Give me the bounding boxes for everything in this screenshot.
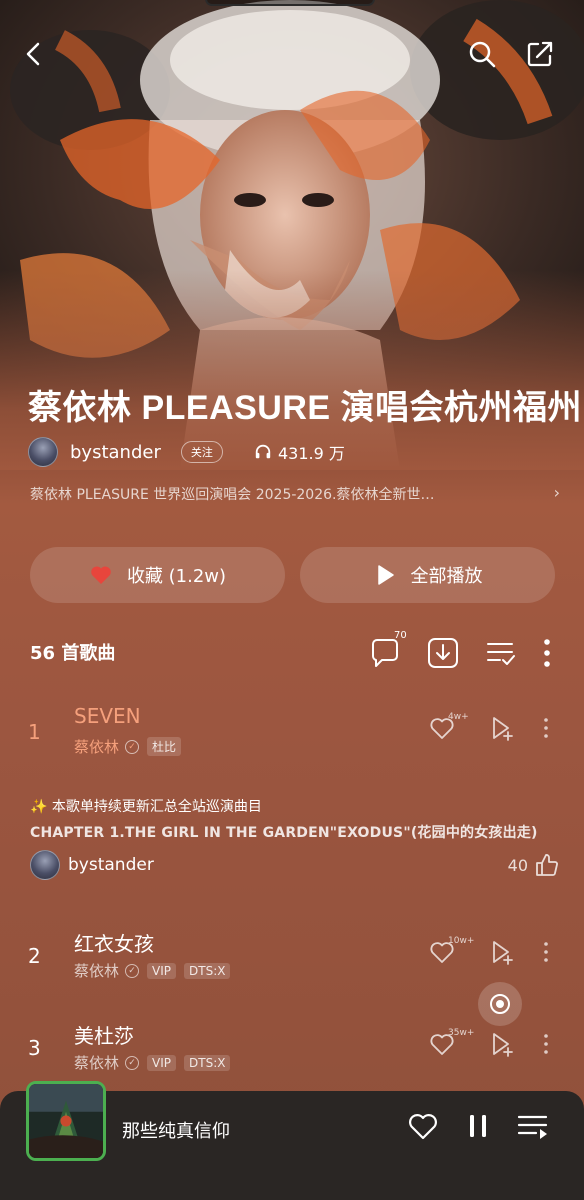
download-button[interactable]	[426, 636, 460, 670]
song-title: 红衣女孩	[74, 932, 154, 956]
song-tag: 杜比	[147, 737, 182, 756]
heart-icon	[91, 566, 111, 584]
song-count: 56 首歌曲	[30, 643, 116, 664]
mini-player-cover[interactable]	[26, 1081, 106, 1161]
queue-icon	[517, 1115, 548, 1139]
more-vertical-icon	[544, 1034, 548, 1054]
play-all-label: 全部播放	[410, 566, 483, 587]
song-tag: VIP	[147, 962, 176, 979]
play-icon	[377, 565, 394, 585]
like-count: 4w+	[448, 712, 469, 722]
note-author-row: bystander 40	[30, 850, 560, 880]
playlist-author-row: bystander 关注 431.9 万	[28, 436, 345, 468]
heart-outline-icon	[409, 1114, 437, 1140]
search-icon	[469, 41, 496, 68]
note-like-button[interactable]: 40	[508, 852, 560, 878]
song-tag: VIP	[147, 1054, 176, 1071]
download-icon	[428, 638, 458, 668]
song-index: 2	[28, 944, 41, 968]
comments-button[interactable]	[368, 636, 402, 670]
add-to-playlist-icon	[493, 1033, 513, 1057]
author-name[interactable]: bystander	[70, 442, 161, 463]
song-tag: DTS:X	[184, 1054, 231, 1071]
note-author-name[interactable]: bystander	[68, 855, 154, 875]
chevron-left-icon	[26, 42, 40, 66]
follow-button[interactable]: 关注	[180, 441, 223, 463]
multi-select-button[interactable]	[484, 636, 518, 670]
playlist-screen: 蔡依林 PLEASURE 演唱会杭州福州 bystander 关注 431.9 …	[0, 0, 584, 1200]
note-line-1: ✨ 本歌单持续更新汇总全站巡演曲目	[30, 799, 262, 815]
like-count: 10w+	[448, 936, 475, 946]
add-to-playlist-button[interactable]	[488, 938, 518, 968]
song-tag: DTS:X	[184, 962, 231, 979]
note-author-avatar[interactable]	[30, 850, 60, 880]
headphones-icon	[255, 444, 271, 459]
song-artist: 蔡依林	[74, 738, 120, 756]
chevron-right-icon: ›	[553, 483, 560, 502]
comment-count: 70	[394, 630, 407, 641]
now-playing-title: 那些纯真信仰	[122, 1121, 230, 1142]
verified-icon: ✓	[125, 963, 140, 978]
playlist-queue-button[interactable]	[516, 1109, 550, 1143]
thumbs-up-icon	[536, 854, 558, 876]
song-artist: 蔡依林	[74, 1054, 120, 1072]
back-button[interactable]	[14, 34, 54, 74]
add-to-playlist-button[interactable]	[488, 1030, 518, 1060]
song-meta: 蔡依林 ✓ VIP DTS:X	[74, 1052, 231, 1073]
add-to-playlist-icon	[493, 941, 513, 965]
note-line-2: CHAPTER 1.THE GIRL IN THE GARDEN"EXODUS"…	[30, 825, 538, 841]
locate-current-song-button[interactable]	[478, 982, 522, 1026]
mini-like-button[interactable]	[406, 1109, 440, 1143]
more-vertical-icon	[544, 639, 550, 667]
pause-icon	[470, 1115, 486, 1137]
song-title: 美杜莎	[74, 1024, 134, 1048]
pause-button[interactable]	[461, 1109, 495, 1143]
song-meta: 蔡依林 ✓ 杜比	[74, 736, 182, 757]
share-icon	[527, 41, 553, 67]
song-index: 3	[28, 1036, 41, 1060]
collect-label: 收藏 (1.2w)	[126, 566, 227, 587]
song-more-button[interactable]	[532, 1030, 562, 1060]
note-like-count: 40	[507, 855, 528, 875]
playlist-note: ✨ 本歌单持续更新汇总全站巡演曲目 CHAPTER 1.THE GIRL IN …	[30, 796, 570, 842]
dynamic-island	[205, 0, 375, 6]
more-options-button[interactable]	[530, 636, 564, 670]
verified-icon: ✓	[125, 1055, 140, 1070]
play-count: 431.9 万	[254, 440, 345, 464]
collect-button[interactable]: 收藏 (1.2w)	[30, 547, 285, 603]
comment-icon	[372, 639, 398, 667]
share-button[interactable]	[520, 34, 560, 74]
playlist-description[interactable]: 蔡依林 PLEASURE 世界巡回演唱会 2025-2026.蔡依林全新世… ›	[30, 483, 560, 504]
list-check-icon	[487, 643, 515, 665]
song-more-button[interactable]	[532, 714, 562, 744]
song-meta: 蔡依林 ✓ VIP DTS:X	[74, 960, 231, 981]
song-title: SEVEN	[74, 704, 141, 728]
author-avatar[interactable]	[28, 437, 58, 467]
song-list-header: 56 首歌曲 70	[30, 630, 560, 668]
add-to-playlist-icon	[493, 717, 513, 741]
song-artist: 蔡依林	[74, 962, 120, 980]
target-icon	[490, 994, 510, 1014]
play-all-button[interactable]: 全部播放	[300, 547, 555, 603]
search-button[interactable]	[462, 34, 502, 74]
like-count: 35w+	[448, 1028, 475, 1038]
song-index: 1	[28, 720, 41, 744]
song-row-3[interactable]: 3 美杜莎 蔡依林 ✓ VIP DTS:X 35w+	[0, 1016, 584, 1086]
description-text: 蔡依林 PLEASURE 世界巡回演唱会 2025-2026.蔡依林全新世…	[30, 487, 435, 503]
song-more-button[interactable]	[532, 938, 562, 968]
play-count-label: 431.9 万	[278, 444, 345, 463]
playlist-title: 蔡依林 PLEASURE 演唱会杭州福州	[28, 389, 583, 427]
verified-icon: ✓	[125, 739, 140, 754]
more-vertical-icon	[544, 718, 548, 738]
add-to-playlist-button[interactable]	[488, 714, 518, 744]
song-row-1[interactable]: 1 SEVEN 蔡依林 ✓ 杜比 4w+	[0, 700, 584, 770]
mini-player[interactable]: 那些纯真信仰	[0, 1081, 584, 1200]
more-vertical-icon	[544, 942, 548, 962]
